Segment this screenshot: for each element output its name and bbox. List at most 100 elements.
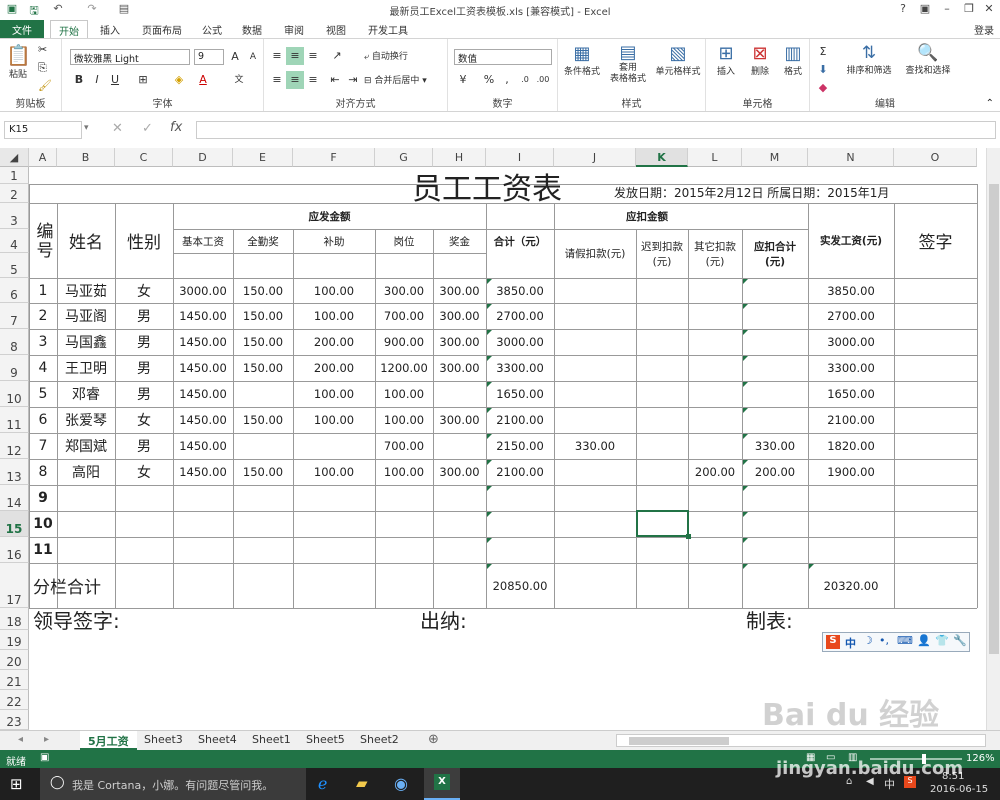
ime-toolbar[interactable]: S 中 ☽ •, ⌨ 👤 👕 🔧 — [822, 632, 970, 652]
row-header-7[interactable]: 7 — [0, 303, 29, 329]
tab-formulas[interactable]: 公式 — [194, 20, 230, 38]
fill-icon[interactable]: ⬇ — [814, 61, 832, 79]
increase-decimal-icon[interactable]: .0 — [516, 71, 534, 89]
wrench-icon[interactable]: 🔧 — [953, 634, 967, 647]
tab-home[interactable]: 开始 — [50, 20, 88, 38]
italic-icon[interactable]: I — [88, 71, 106, 89]
name-box[interactable]: K15 — [4, 121, 82, 139]
tab-insert[interactable]: 插入 — [92, 20, 128, 38]
fill-color-icon[interactable]: ◈ — [170, 71, 188, 89]
name-box-dropdown-icon[interactable]: ▾ — [84, 123, 89, 133]
row-header-8[interactable]: 8 — [0, 329, 29, 355]
cell-styles-button[interactable]: ▧ 单元格样式 — [652, 43, 704, 77]
active-cell-K15[interactable] — [636, 510, 689, 537]
format-cells-button[interactable]: ▥ 格式 — [778, 43, 808, 77]
scroll-tabs-right-icon[interactable]: ▸ — [44, 734, 49, 745]
column-header-d[interactable]: D — [173, 148, 233, 167]
shirt-icon[interactable]: 👕 — [935, 634, 949, 647]
align-top-icon[interactable]: ≡ — [268, 47, 286, 65]
row-header-12[interactable]: 12 — [0, 433, 29, 459]
row-header-4[interactable]: 4 — [0, 229, 29, 253]
column-header-j[interactable]: J — [554, 148, 636, 167]
font-name-select[interactable]: 微软雅黑 Light — [70, 49, 190, 65]
row-header-21[interactable]: 21 — [0, 670, 29, 690]
comma-icon[interactable]: , — [498, 71, 516, 89]
help-icon[interactable]: ? — [892, 2, 914, 17]
increase-indent-icon[interactable]: ⇥ — [344, 71, 362, 89]
sheet-tab-sheet1[interactable]: Sheet1 — [244, 731, 299, 750]
format-painter-icon[interactable]: 🖌 — [38, 79, 52, 92]
sheet-tab-sheet3[interactable]: Sheet3 — [136, 731, 191, 750]
tab-file[interactable]: 文件 — [0, 20, 44, 38]
cancel-entry-icon[interactable]: ✕ — [112, 121, 123, 136]
align-center-icon[interactable]: ≡ — [286, 71, 304, 89]
cortana-search[interactable]: ◯ 我是 Cortana，小娜。有问题尽管问我。 — [40, 768, 306, 800]
row-header-9[interactable]: 9 — [0, 355, 29, 381]
sheet-tab-sheet5[interactable]: Sheet5 — [298, 731, 353, 750]
merge-center-button[interactable]: ⊟ 合并后居中 ▾ — [364, 73, 427, 86]
row-header-1[interactable]: 1 — [0, 167, 29, 184]
cut-icon[interactable]: ✂ — [38, 43, 47, 56]
percent-icon[interactable]: % — [480, 71, 498, 89]
excel-taskbar-button[interactable]: X — [424, 768, 460, 800]
row-header-20[interactable]: 20 — [0, 650, 29, 670]
column-header-a[interactable]: A — [29, 148, 57, 167]
column-header-n[interactable]: N — [808, 148, 894, 167]
insert-cells-button[interactable]: ⊞ 插入 — [710, 43, 742, 77]
punctuation-icon[interactable]: •, — [879, 634, 889, 647]
row-header-16[interactable]: 16 — [0, 537, 29, 563]
moon-icon[interactable]: ☽ — [863, 634, 873, 647]
row-header-17[interactable]: 17 — [0, 563, 29, 608]
row-header-6[interactable]: 6 — [0, 278, 29, 303]
column-header-b[interactable]: B — [57, 148, 115, 167]
decrease-decimal-icon[interactable]: .00 — [534, 71, 552, 89]
ribbon-display-icon[interactable]: ▣ — [914, 2, 936, 17]
align-bottom-icon[interactable]: ≡ — [304, 47, 322, 65]
macro-record-icon[interactable]: ▣ — [40, 752, 49, 763]
row-header-11[interactable]: 11 — [0, 407, 29, 433]
ime-language[interactable]: 中 — [845, 635, 856, 651]
collapse-ribbon-icon[interactable]: ⌃ — [986, 98, 994, 109]
row-header-3[interactable]: 3 — [0, 203, 29, 229]
bold-icon[interactable]: B — [70, 71, 88, 89]
tab-page-layout[interactable]: 页面布局 — [134, 20, 190, 38]
minimize-button[interactable]: – — [936, 2, 958, 17]
restore-button[interactable]: ❐ — [958, 2, 980, 17]
column-header-l[interactable]: L — [688, 148, 742, 167]
phonetic-icon[interactable]: 文 — [230, 71, 248, 89]
close-button[interactable]: ✕ — [978, 2, 1000, 17]
login-link[interactable]: 登录 — [974, 22, 994, 37]
copy-icon[interactable]: ⎘ — [38, 61, 47, 75]
font-size-select[interactable]: 9 — [194, 49, 224, 65]
delete-cells-button[interactable]: ⊠ 删除 — [744, 43, 776, 77]
column-header-m[interactable]: M — [742, 148, 808, 167]
skin-icon[interactable]: 👤 — [917, 634, 931, 647]
decrease-indent-icon[interactable]: ⇤ — [326, 71, 344, 89]
row-header-2[interactable]: 2 — [0, 184, 29, 203]
vertical-scrollbar[interactable] — [986, 148, 1000, 730]
row-header-23[interactable]: 23 — [0, 710, 29, 730]
wrap-text-button[interactable]: ⤶ 自动换行 — [364, 49, 408, 62]
number-format-select[interactable]: 数值 — [454, 49, 552, 65]
vertical-scroll-thumb[interactable] — [989, 184, 999, 654]
align-right-icon[interactable]: ≡ — [304, 71, 322, 89]
select-all-corner[interactable]: ◢ — [0, 148, 29, 167]
tab-data[interactable]: 数据 — [234, 20, 270, 38]
row-header-14[interactable]: 14 — [0, 485, 29, 511]
insert-function-icon[interactable]: fx — [170, 120, 182, 135]
row-header-19[interactable]: 19 — [0, 630, 29, 650]
keyboard-icon[interactable]: ⌨ — [897, 634, 913, 647]
conditional-format-button[interactable]: ▦ 条件格式 — [562, 43, 602, 77]
sheet-tab-sheet4[interactable]: Sheet4 — [190, 731, 245, 750]
horizontal-scrollbar[interactable] — [616, 734, 986, 747]
find-select-button[interactable]: 🔍 查找和选择 — [898, 43, 958, 76]
browser-icon[interactable]: ◉ — [394, 774, 408, 793]
row-header-18[interactable]: 18 — [0, 608, 29, 630]
sheet-tab-sheet2[interactable]: Sheet2 — [352, 731, 407, 750]
horizontal-scroll-thumb[interactable] — [629, 737, 729, 745]
column-header-f[interactable]: F — [293, 148, 375, 167]
new-sheet-icon[interactable]: ⊕ — [428, 732, 439, 747]
currency-icon[interactable]: ¥ — [454, 71, 472, 89]
tab-developer[interactable]: 开发工具 — [360, 20, 416, 38]
format-table-button[interactable]: ▤ 套用 表格格式 — [606, 43, 650, 85]
